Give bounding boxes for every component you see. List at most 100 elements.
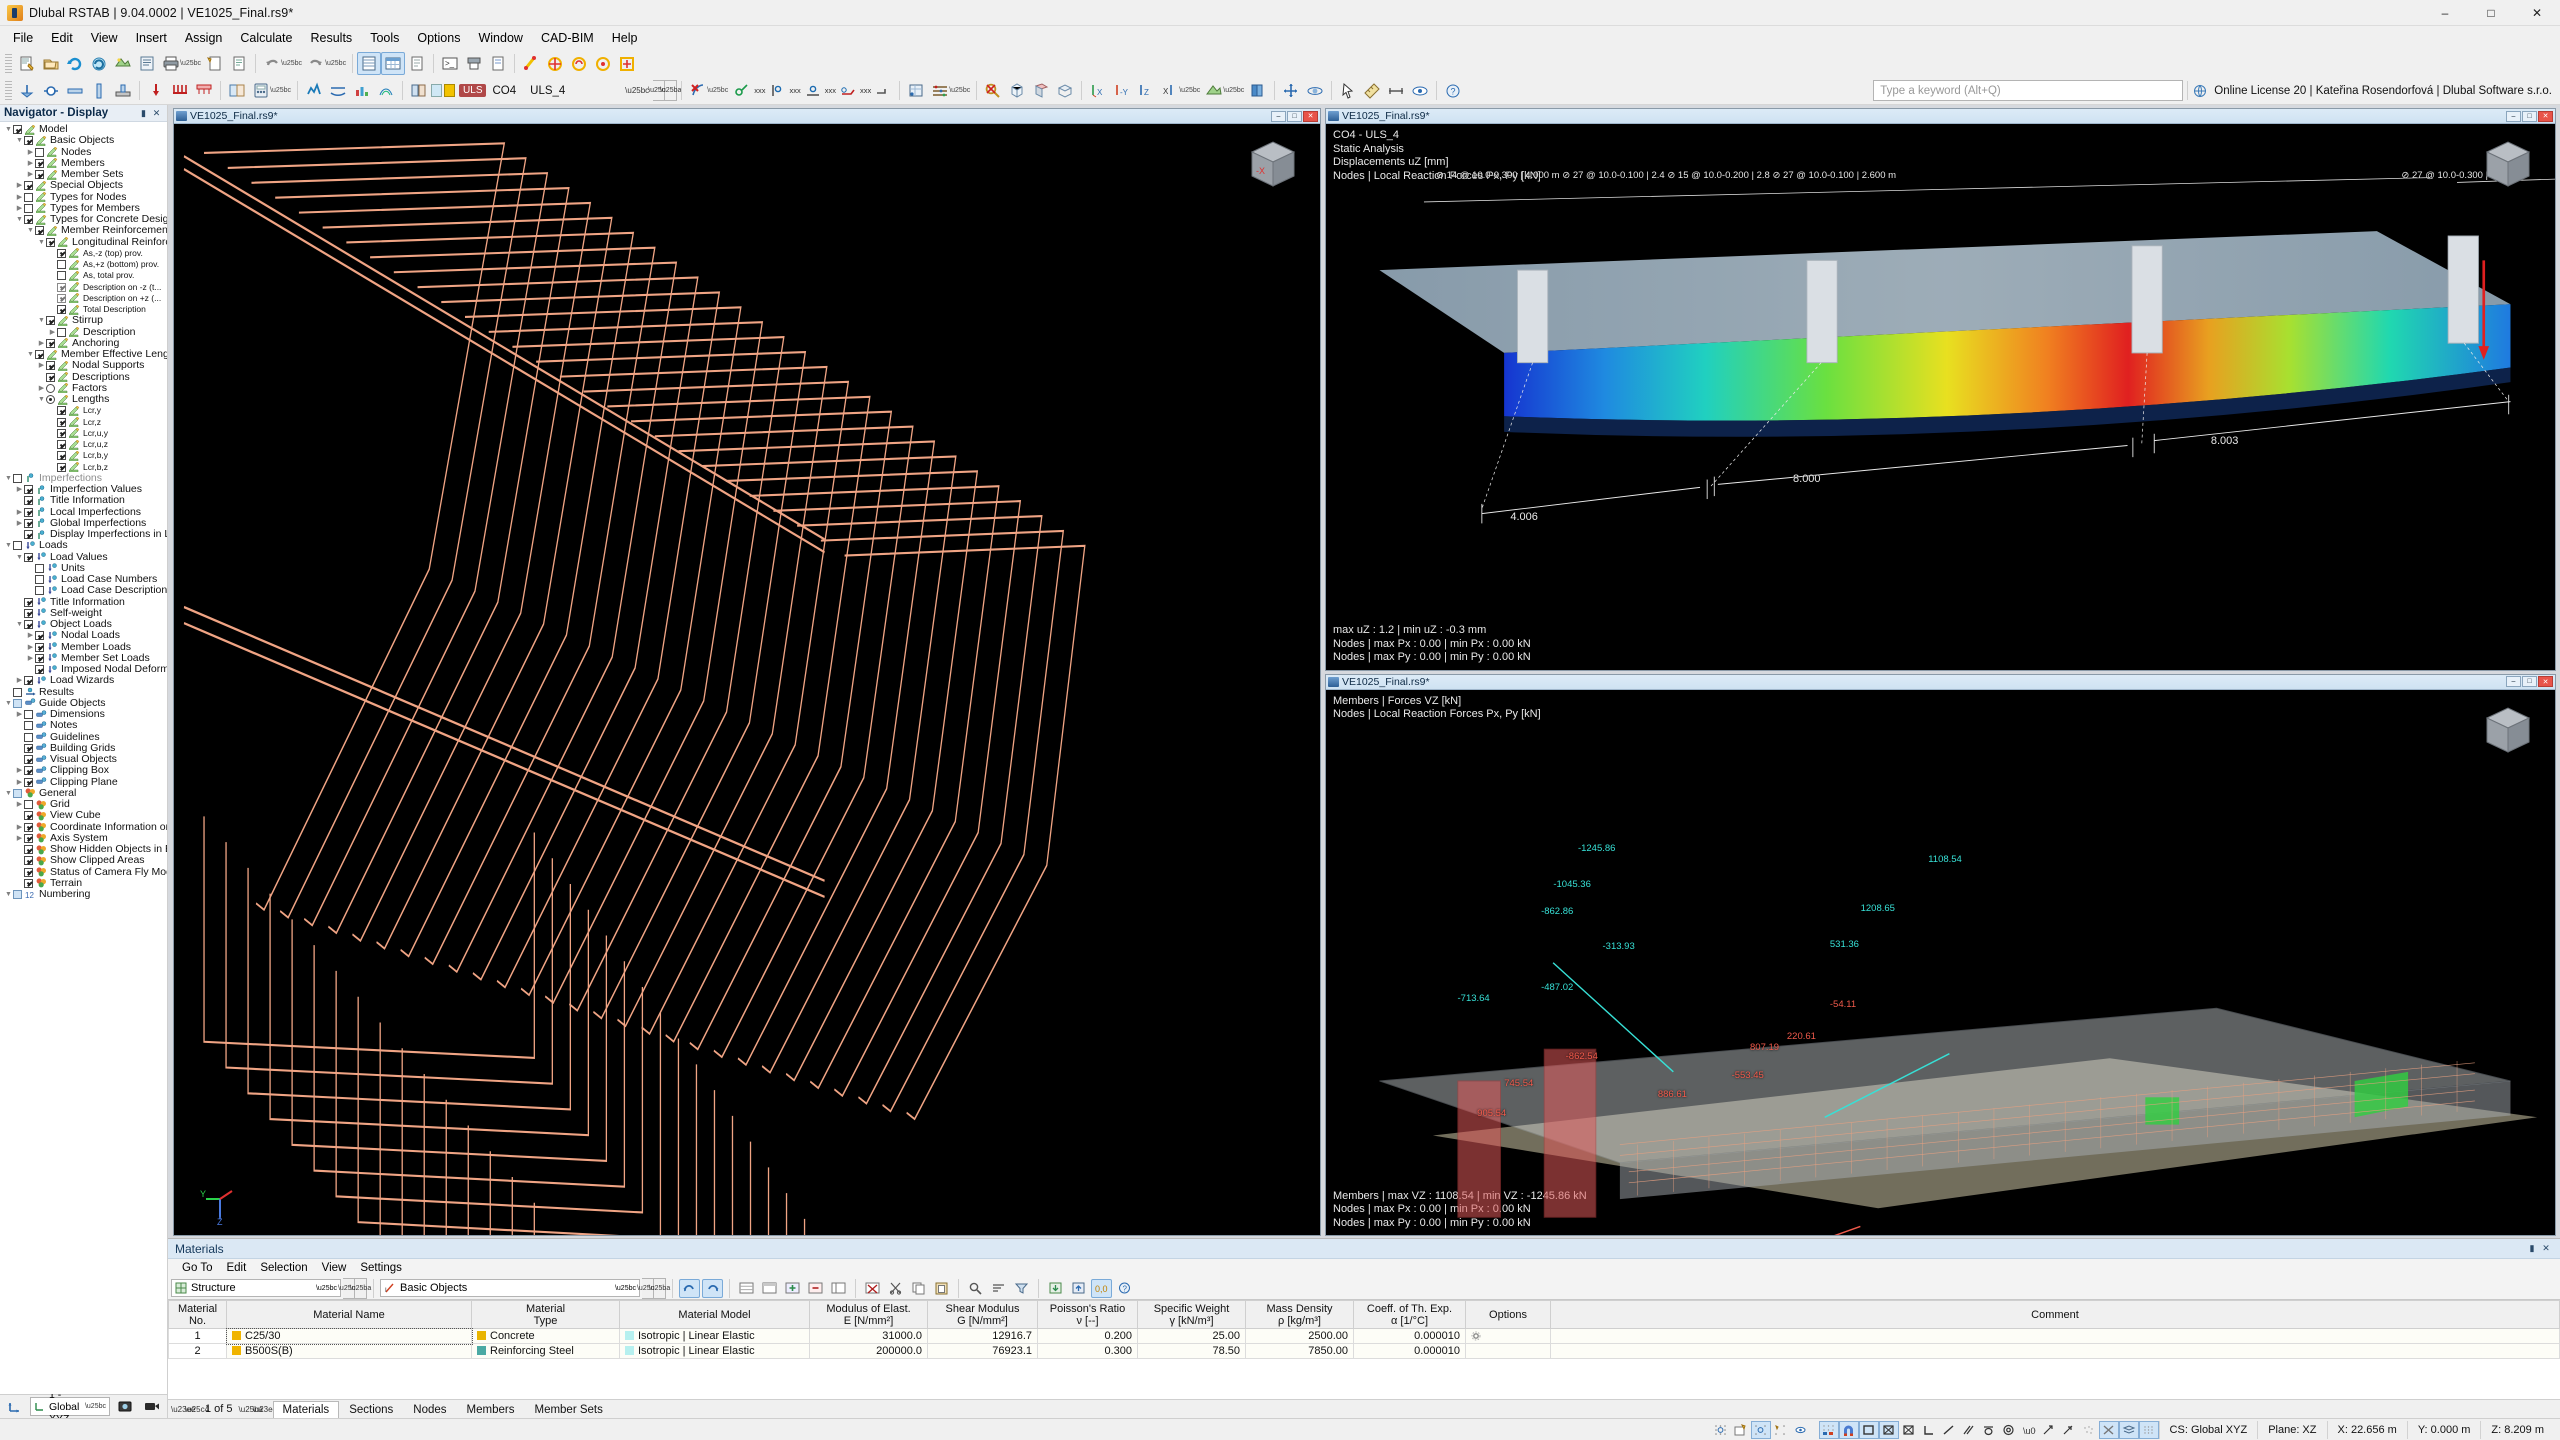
menu-item-assign[interactable]: Assign bbox=[176, 28, 232, 48]
table-menu-selection[interactable]: Selection bbox=[253, 1260, 314, 1276]
column-header[interactable]: Material Model bbox=[619, 1300, 810, 1329]
tree-checkbox[interactable] bbox=[24, 755, 33, 765]
column-header[interactable]: Poisson's Ratio ν [--] bbox=[1037, 1300, 1138, 1329]
structure-stepper[interactable]: \u25c4 \u25ba bbox=[338, 1277, 371, 1299]
cell-options[interactable] bbox=[1465, 1343, 1551, 1359]
tree-checkbox[interactable] bbox=[13, 890, 22, 900]
measure-icon[interactable] bbox=[1360, 79, 1384, 102]
data-tab-materials[interactable]: Materials bbox=[272, 1400, 340, 1419]
collapse-arrow-icon[interactable]: ▼ bbox=[4, 473, 13, 484]
column-header[interactable]: Material No. bbox=[168, 1300, 227, 1329]
document-icon[interactable] bbox=[227, 52, 251, 75]
sort-icon[interactable] bbox=[988, 1279, 1009, 1298]
expand-arrow-icon[interactable]: ▶ bbox=[26, 147, 35, 158]
snap-magnet-icon[interactable] bbox=[1838, 1420, 1859, 1439]
tree-checkbox[interactable] bbox=[35, 170, 44, 180]
cell-material-no[interactable]: 1 bbox=[168, 1328, 227, 1344]
tree-checkbox[interactable] bbox=[24, 845, 33, 855]
section-result-icon[interactable] bbox=[871, 79, 895, 102]
printout-icon[interactable] bbox=[462, 52, 486, 75]
menu-item-cad-bim[interactable]: CAD-BIM bbox=[532, 28, 603, 48]
expand-arrow-icon[interactable]: ▶ bbox=[15, 192, 24, 203]
tree-item-as-z-top-prov[interactable]: As,-z (top) prov. bbox=[0, 248, 167, 259]
cell-material-model[interactable]: Isotropic | Linear Elastic bbox=[619, 1328, 810, 1344]
tree-item-lcr-u-z[interactable]: Lcr,u,z bbox=[0, 439, 167, 450]
copy-icon[interactable] bbox=[908, 1279, 929, 1298]
new-file-icon[interactable] bbox=[15, 52, 39, 75]
snap-object-icon[interactable] bbox=[1731, 1421, 1751, 1439]
tree-item-nodal-supports[interactable]: ▶ Nodal Supports bbox=[0, 360, 167, 371]
chevron-down-icon[interactable]: \u25bc bbox=[85, 1403, 106, 1410]
expand-arrow-icon[interactable]: ▶ bbox=[26, 169, 35, 180]
extend2-snap-icon[interactable] bbox=[2059, 1421, 2079, 1439]
tree-checkbox[interactable] bbox=[24, 597, 33, 607]
expand-arrow-icon[interactable]: ▶ bbox=[15, 675, 24, 686]
print-dropdown-icon[interactable]: \u25bc bbox=[180, 60, 201, 67]
units-icon[interactable] bbox=[928, 79, 952, 102]
tree-item-member-effective-lengths[interactable]: ▼ Member Effective Lengths bbox=[0, 349, 167, 360]
collapse-arrow-icon[interactable]: ▼ bbox=[4, 698, 13, 709]
table-row[interactable]: 1 C25/30 Concrete Isotropic | Linear Elasti… bbox=[168, 1327, 2560, 1345]
new-sheet-icon[interactable] bbox=[203, 52, 227, 75]
divide-snap-icon[interactable]: \u00b9\u2044\u2099 bbox=[2019, 1421, 2039, 1439]
line-snap-icon[interactable] bbox=[1939, 1421, 1959, 1439]
tree-checkbox[interactable] bbox=[35, 563, 44, 573]
tree-item-types-for-concrete-design[interactable]: ▼ Types for Concrete Design bbox=[0, 214, 167, 225]
tree-checkbox[interactable] bbox=[24, 507, 33, 517]
perp-snap-icon[interactable] bbox=[1919, 1421, 1939, 1439]
circle-snap-icon[interactable] bbox=[1999, 1421, 2019, 1439]
collapse-arrow-icon[interactable]: ▼ bbox=[37, 315, 46, 326]
expand-arrow-icon[interactable]: ▶ bbox=[15, 765, 24, 776]
tree-item-members[interactable]: ▶ Members bbox=[0, 158, 167, 169]
pan-icon[interactable] bbox=[1279, 79, 1303, 102]
tree-checkbox[interactable] bbox=[35, 350, 44, 360]
tree-checkbox[interactable] bbox=[57, 462, 66, 472]
cell-modulus-e[interactable]: 31000.0 bbox=[809, 1328, 928, 1344]
book-icon[interactable] bbox=[1246, 79, 1270, 102]
tree-checkbox[interactable] bbox=[24, 530, 33, 540]
tree-item-as-total-prov[interactable]: As, total prov. bbox=[0, 270, 167, 281]
cell-material-name[interactable]: C25/30 bbox=[225, 1327, 473, 1345]
tree-checkbox[interactable] bbox=[24, 800, 33, 810]
tree-item-as-z-bottom-prov[interactable]: As,+z (bottom) prov. bbox=[0, 259, 167, 270]
orbit-icon[interactable] bbox=[1303, 79, 1327, 102]
circle-insert-icon[interactable] bbox=[591, 52, 615, 75]
loadcase-stepper[interactable]: \u25c4 \u25ba bbox=[648, 80, 681, 101]
tree-item-total-description[interactable]: Total Description bbox=[0, 304, 167, 315]
objects-stepper[interactable]: \u25c4 \u25ba bbox=[637, 1277, 670, 1299]
print-icon[interactable] bbox=[159, 52, 183, 75]
tree-checkbox[interactable] bbox=[35, 631, 44, 641]
line-insert-icon[interactable] bbox=[543, 52, 567, 75]
materials-grid[interactable]: Material No. Material Name Material Type Mate… bbox=[168, 1299, 2560, 1399]
loadcase-list-icon[interactable] bbox=[407, 79, 431, 102]
collapse-arrow-icon[interactable]: ▼ bbox=[15, 214, 24, 225]
snap-visible-icon[interactable] bbox=[1791, 1421, 1811, 1439]
tree-item-lcr-z[interactable]: Lcr,z bbox=[0, 417, 167, 428]
cell-material-type[interactable]: Concrete bbox=[471, 1328, 620, 1344]
tree-item-member-sets[interactable]: ▶ Member Sets bbox=[0, 169, 167, 180]
report-icon[interactable] bbox=[135, 52, 159, 75]
cell-modulus-e[interactable]: 200000.0 bbox=[809, 1343, 928, 1359]
menu-item-edit[interactable]: Edit bbox=[42, 28, 82, 48]
delete-result-dropdown-icon[interactable]: \u25bc bbox=[707, 87, 728, 94]
tree-checkbox[interactable] bbox=[57, 451, 66, 461]
view-y-icon[interactable]: -Y bbox=[1110, 79, 1134, 102]
help-icon[interactable]: ? bbox=[1441, 79, 1465, 102]
column-header[interactable]: Coeff. of Th. Exp. α [1/°C] bbox=[1353, 1300, 1466, 1329]
tree-checkbox[interactable] bbox=[24, 608, 33, 618]
units-table-icon[interactable]: 0,0 bbox=[1091, 1278, 1112, 1298]
table-header-icon[interactable] bbox=[759, 1279, 780, 1298]
render-mode-dropdown-icon[interactable]: \u25bc bbox=[1223, 87, 1244, 94]
collapse-arrow-icon[interactable]: ▼ bbox=[37, 394, 46, 405]
expand-arrow-icon[interactable]: ▶ bbox=[15, 180, 24, 191]
tree-item-object-loads[interactable]: ▼ Object Loads bbox=[0, 619, 167, 630]
table-row[interactable]: 2 B500S(B) Reinforcing Steel Isotropic | Li… bbox=[168, 1343, 2560, 1359]
view-dropdown-icon[interactable]: \u25bc bbox=[1179, 87, 1200, 94]
undo-table-icon[interactable] bbox=[679, 1278, 700, 1298]
reload-icon[interactable] bbox=[63, 52, 87, 75]
loadcase-dropdown-icon[interactable]: \u25bc bbox=[625, 86, 649, 95]
cell-poisson[interactable]: 0.300 bbox=[1037, 1343, 1138, 1359]
menu-item-file[interactable]: File bbox=[4, 28, 42, 48]
tree-item-numbering[interactable]: ▼ 12 Numbering bbox=[0, 889, 167, 900]
data-tab-nodes[interactable]: Nodes bbox=[403, 1401, 456, 1419]
